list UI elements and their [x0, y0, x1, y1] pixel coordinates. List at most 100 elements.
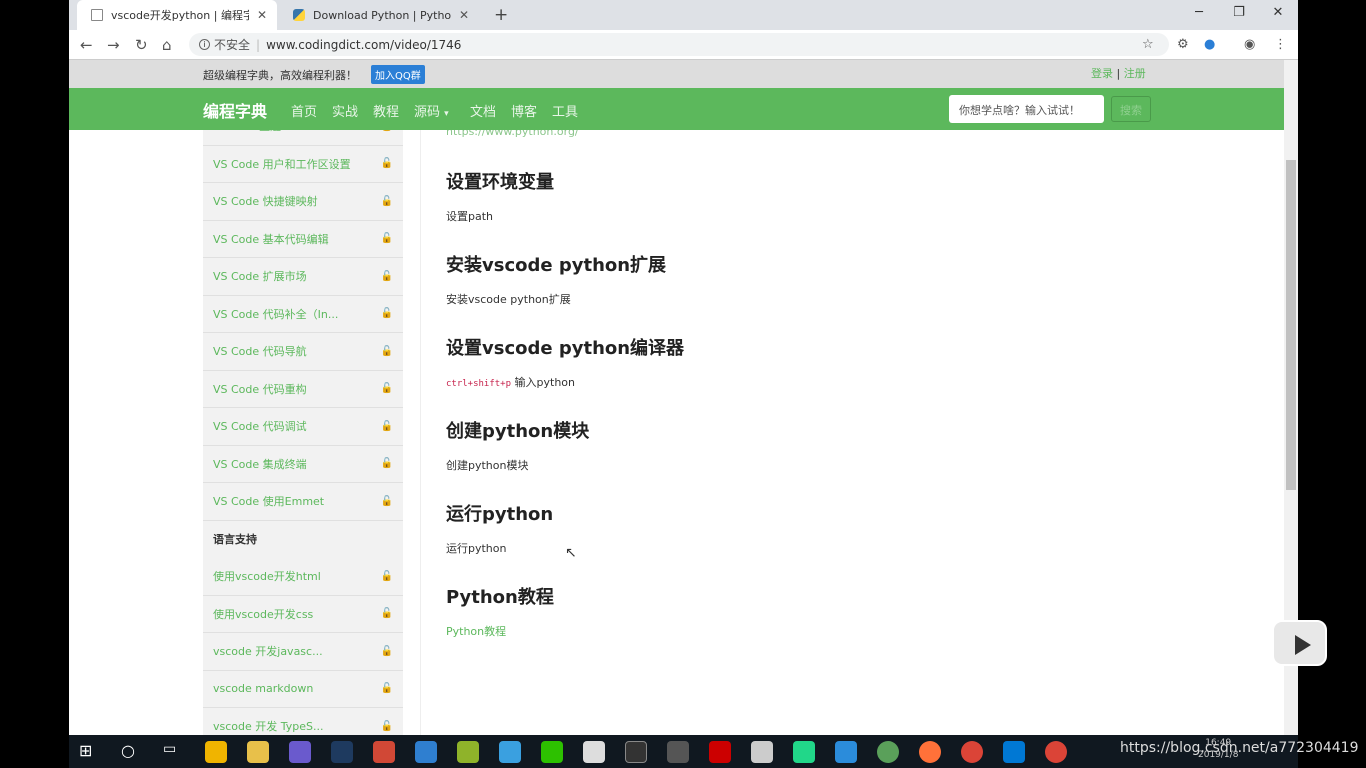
- login-link[interactable]: 登录: [1091, 67, 1113, 80]
- sidebar-item-label: VS Code 扩展市场: [213, 270, 307, 284]
- address-bar-row: ← → ↻ ⌂ i 不安全 | www.codingdict.com/video…: [69, 30, 1298, 60]
- photoshop-icon[interactable]: [331, 741, 353, 763]
- extension-shield-icon[interactable]: ●: [1204, 37, 1215, 52]
- nav-practice[interactable]: 实战: [332, 101, 358, 120]
- nav-source[interactable]: 源码 ▾: [414, 101, 449, 120]
- bookmark-star-icon[interactable]: ☆: [1142, 37, 1154, 52]
- pycharm-icon[interactable]: [793, 741, 815, 763]
- firefox-icon[interactable]: [919, 741, 941, 763]
- unlock-icon: 🔓: [380, 270, 393, 282]
- windows-start-icon[interactable]: ⊞: [79, 741, 101, 763]
- site-search-button[interactable]: 搜索: [1111, 96, 1151, 122]
- sidebar-item[interactable]: VS Code 基本代码编辑 🔓: [203, 221, 403, 258]
- nav-tutorial[interactable]: 教程: [373, 101, 399, 120]
- sidebar-item[interactable]: VS Code 使用Emmet 🔓: [203, 483, 403, 521]
- lambda-icon[interactable]: [457, 741, 479, 763]
- extension-icon[interactable]: ⚙: [1177, 37, 1189, 52]
- restore-button[interactable]: ❐: [1224, 5, 1254, 20]
- browser-window: vscode开发python | 编程字典 ✕ Download Python …: [69, 0, 1298, 735]
- sidebar-item[interactable]: VS Code 代码导航 🔓: [203, 333, 403, 371]
- sidebar-item-label: VS Code 代码重构: [213, 382, 307, 396]
- task-view-icon[interactable]: ▭: [163, 741, 185, 763]
- section-heading: Python教程: [446, 587, 554, 608]
- unlock-icon: 🔓: [380, 420, 393, 432]
- app-icon[interactable]: [415, 741, 437, 763]
- python-icon: [293, 9, 305, 21]
- close-window-button[interactable]: ✕: [1263, 5, 1293, 20]
- sidebar-item[interactable]: 使用vscode开发css 🔓: [203, 596, 403, 633]
- site-brand[interactable]: 编程字典: [203, 98, 267, 122]
- address-input[interactable]: i 不安全 | www.codingdict.com/video/1746: [189, 33, 1169, 56]
- app-icon[interactable]: [667, 741, 689, 763]
- section-text: 设置path: [446, 210, 494, 223]
- join-qq-button[interactable]: 加入QQ群: [371, 65, 425, 84]
- tab-codingdict[interactable]: vscode开发python | 编程字典 ✕: [77, 0, 277, 30]
- sidebar-item[interactable]: VS Code 用户和工作区设置 🔓: [203, 146, 403, 183]
- app-icon[interactable]: [835, 741, 857, 763]
- nav-blog[interactable]: 博客: [511, 101, 537, 120]
- app-icon[interactable]: [289, 741, 311, 763]
- nav-tools[interactable]: 工具: [552, 101, 578, 120]
- avatar[interactable]: ◉: [1244, 37, 1255, 52]
- app-icon[interactable]: [373, 741, 395, 763]
- python-org-link[interactable]: https://www.python.org/: [446, 130, 579, 138]
- video-play-button[interactable]: [1272, 620, 1327, 666]
- sidebar-item-label: VS Code 快捷键映射: [213, 195, 318, 209]
- forward-button[interactable]: →: [107, 36, 120, 54]
- sidebar-item[interactable]: 使用vscode开发html 🔓: [203, 558, 403, 596]
- unlock-icon: 🔓: [380, 195, 393, 207]
- site-search-input[interactable]: 你想学点啥？输入试试！: [949, 95, 1104, 123]
- nav-docs[interactable]: 文档: [470, 101, 496, 120]
- vscode-icon[interactable]: [1003, 741, 1025, 763]
- sidebar-item[interactable]: VS Code 集成终端 🔓: [203, 446, 403, 483]
- python-tutorial-link[interactable]: Python教程: [446, 623, 506, 639]
- code-shortcut: ctrl+shift+p: [446, 379, 512, 389]
- tab-title: Download Python | Python.org: [313, 8, 451, 22]
- close-tab-icon[interactable]: ✕: [257, 8, 267, 22]
- file-explorer-icon[interactable]: [247, 741, 269, 763]
- back-button[interactable]: ←: [80, 36, 93, 54]
- minimize-button[interactable]: ─: [1184, 5, 1214, 20]
- scrollbar-thumb[interactable]: [1286, 160, 1296, 490]
- sidebar-item[interactable]: vscode markdown 🔓: [203, 671, 403, 708]
- reload-button[interactable]: ↻: [135, 36, 148, 54]
- wechat-icon[interactable]: [541, 741, 563, 763]
- sidebar-item[interactable]: VS Code 代码调试 🔓: [203, 408, 403, 446]
- sidebar-item[interactable]: VS Code 扩展市场 🔓: [203, 258, 403, 296]
- sidebar-item-label: vscode 开发javasc...: [213, 645, 323, 659]
- sidebar-item-label: VS Code主题: [213, 130, 281, 134]
- unlock-icon: 🔓: [380, 458, 393, 470]
- sidebar-item[interactable]: vscode 开发javasc... 🔓: [203, 633, 403, 671]
- search-icon[interactable]: ○: [121, 741, 143, 763]
- terminal-icon[interactable]: [625, 741, 647, 763]
- sidebar-item[interactable]: VS Code主题 🔓: [203, 130, 403, 146]
- register-link[interactable]: 注册: [1124, 67, 1146, 80]
- course-sidebar: VS Code主题🔓VS Code 用户和工作区设置🔓VS Code 快捷键映射…: [203, 130, 403, 735]
- tab-python-org[interactable]: Download Python | Python.org ✕: [279, 0, 479, 30]
- clock-time: 16:49: [1205, 738, 1232, 748]
- info-icon[interactable]: i: [199, 39, 210, 50]
- sidebar-item-label: VS Code 代码导航: [213, 345, 307, 359]
- unlock-icon: 🔓: [380, 608, 393, 620]
- sidebar-item-label: vscode 开发 TypeS...: [213, 720, 324, 734]
- sidebar-item[interactable]: VS Code 代码补全（In... 🔓: [203, 296, 403, 333]
- home-button[interactable]: ⌂: [162, 36, 172, 54]
- app-icon[interactable]: [499, 741, 521, 763]
- sidebar-item[interactable]: VS Code 快捷键映射 🔓: [203, 183, 403, 221]
- new-tab-button[interactable]: +: [494, 5, 508, 25]
- app-icon[interactable]: [709, 741, 731, 763]
- app-icon[interactable]: [205, 741, 227, 763]
- sidebar-item[interactable]: vscode 开发 TypeS... 🔓: [203, 708, 403, 735]
- close-tab-icon[interactable]: ✕: [459, 8, 469, 22]
- app-icon[interactable]: [751, 741, 773, 763]
- app-icon[interactable]: [877, 741, 899, 763]
- nav-home[interactable]: 首页: [291, 101, 317, 120]
- chrome-icon[interactable]: [961, 741, 983, 763]
- slogan: 超级编程字典，高效编程利器！: [203, 69, 357, 82]
- app-icon[interactable]: [583, 741, 605, 763]
- chrome-icon[interactable]: [1045, 741, 1067, 763]
- unlock-icon: 🔓: [381, 130, 393, 132]
- sidebar-item[interactable]: VS Code 代码重构 🔓: [203, 371, 403, 408]
- menu-icon[interactable]: ⋮: [1274, 37, 1287, 52]
- section-heading: 安装vscode python扩展: [446, 255, 667, 276]
